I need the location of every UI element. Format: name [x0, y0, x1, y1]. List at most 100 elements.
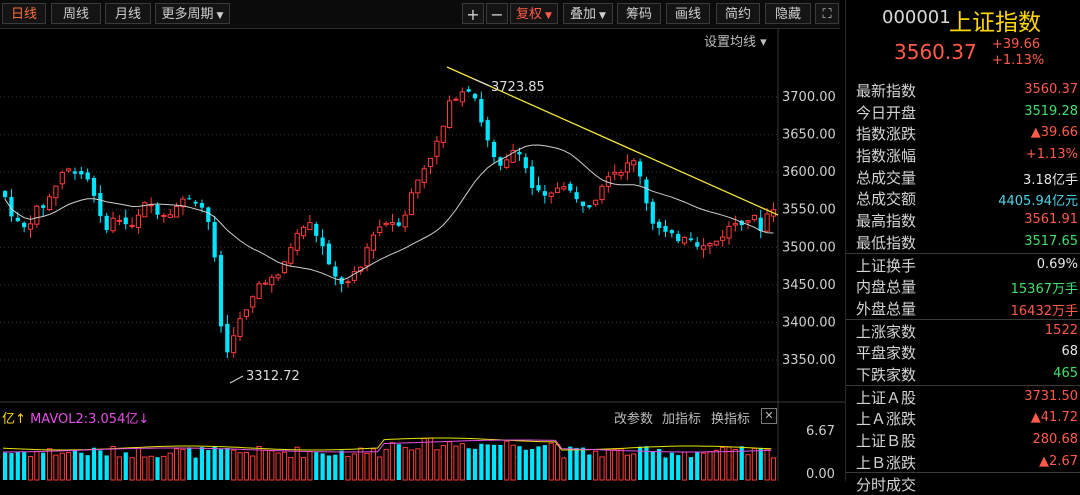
candle-body [72, 171, 78, 174]
volume-bar [530, 448, 535, 480]
candle-body [231, 335, 237, 354]
quote-row-value: 3.18亿手 [1023, 172, 1078, 188]
volume-bar [351, 453, 357, 481]
volume-bar [434, 449, 440, 481]
candle-body [281, 261, 288, 274]
volume-bar [758, 448, 763, 480]
volume-bar [657, 448, 662, 480]
candle-body [713, 240, 719, 246]
candle-body [206, 207, 211, 222]
volume-bar [187, 447, 192, 480]
change-percent: +1.13% [992, 53, 1045, 68]
price-tick-label: 3350.00 [782, 353, 836, 368]
candle-body [402, 214, 408, 228]
modify-params-button[interactable]: 改参数 [614, 408, 653, 427]
candle-body [751, 214, 757, 221]
quote-row: 上证Ｂ股 280.68 [846, 429, 1080, 451]
candle-body [243, 309, 250, 317]
quote-row-label: 上证换手 [856, 256, 917, 275]
candle-body [307, 222, 313, 231]
volume-bar [605, 449, 611, 481]
volume-bar [688, 457, 693, 480]
candle-body [339, 277, 344, 285]
price-tick-label: 3550.00 [782, 203, 836, 218]
candle-body [155, 204, 160, 215]
volume-bar [479, 443, 484, 480]
volume-bar [554, 444, 561, 481]
quote-row-value: ▲41.72 [1030, 410, 1078, 426]
candle-body [66, 168, 72, 172]
price-tick-label: 3400.00 [782, 315, 836, 330]
candle-body [193, 201, 198, 204]
volume-bar [408, 449, 415, 481]
candle-body [98, 193, 103, 217]
volume-bar [79, 452, 84, 480]
quote-row-label: 最新指数 [856, 82, 917, 100]
candle-body [561, 186, 567, 190]
volume-bar [676, 455, 681, 480]
candle-body [167, 214, 173, 218]
candle-body [568, 183, 573, 191]
candle-body [408, 192, 415, 216]
volume-bar [148, 455, 154, 481]
volume-bar [599, 456, 605, 481]
add-indicator-button[interactable]: 加指标 [662, 408, 701, 427]
volume-bar [504, 440, 510, 481]
volume-bar [459, 443, 465, 481]
volume-bar [15, 452, 20, 480]
change-value: +39.66 [992, 37, 1041, 52]
quote-row: 下跌家数 465 [846, 363, 1080, 385]
quote-row-value: 3519.28 [1024, 103, 1078, 119]
volume-bar [701, 452, 707, 481]
candle-body [631, 160, 637, 166]
candle-body [187, 198, 192, 200]
candle-body [110, 217, 116, 232]
candle-body [650, 201, 655, 224]
candle-body [745, 220, 751, 223]
volume-bar [326, 455, 332, 480]
low-arrow-icon [229, 375, 244, 384]
volume-bar [314, 452, 319, 480]
quote-row: 指数涨跌 ▲39.66 [846, 122, 1080, 144]
quote-row-label: 上证Ｂ股 [856, 432, 917, 450]
close-icon[interactable]: ✕ [761, 408, 777, 424]
volume-bar [568, 446, 573, 480]
volume-bar [358, 447, 364, 481]
quote-row: 上Ａ涨跌 ▲41.72 [846, 407, 1080, 429]
volume-bar [72, 450, 78, 480]
candle-body [599, 185, 605, 201]
candle-body [129, 224, 135, 227]
volume-bar [536, 446, 541, 480]
candle-body [396, 222, 401, 226]
quote-row-label: 上Ｂ涨跌 [856, 453, 917, 472]
volume-bar [155, 457, 160, 480]
volume-bar [377, 456, 383, 481]
quote-panel: 000001 上证指数 3560.37 +39.66 +1.13% 最新指数 35… [845, 0, 1080, 494]
quote-row-value: ▲39.66 [1030, 125, 1078, 141]
change-indicator-button[interactable]: 换指标 [711, 408, 750, 427]
volume-bars [3, 437, 777, 481]
candle-body [326, 243, 332, 265]
volume-bar [421, 437, 427, 481]
quote-row-label: 最高指数 [856, 212, 917, 231]
quote-row: 总成交额 4405.94亿元 [846, 187, 1080, 209]
candle-body [638, 161, 643, 177]
volume-bar [440, 445, 446, 481]
candle-body [530, 166, 535, 188]
candle-body [440, 125, 446, 143]
candle-body [644, 179, 649, 204]
candle-body [758, 217, 763, 231]
volume-tick-label: 0.00 [806, 467, 835, 481]
quote-row-label: 总成交额 [856, 190, 917, 209]
volume-bar [307, 451, 313, 481]
candle-body [618, 172, 624, 176]
volume-bar [415, 448, 421, 481]
candle-body [447, 100, 453, 128]
candle-body [333, 266, 338, 277]
candle-body [764, 213, 770, 232]
volume-bar [123, 452, 128, 480]
candle-body [104, 215, 109, 231]
up-arrow-icon: ↑ [15, 412, 26, 427]
volume-bar [110, 446, 116, 481]
volume-bar [135, 447, 142, 481]
